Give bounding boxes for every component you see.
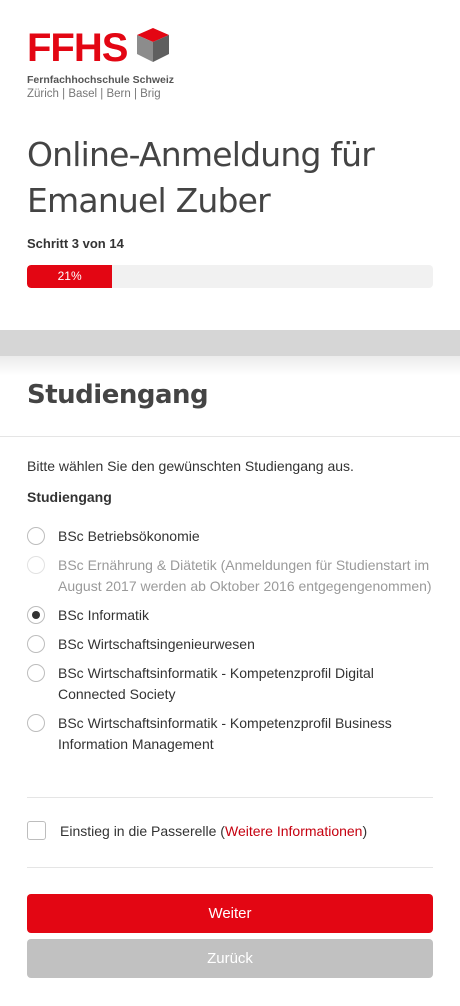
passerelle-label-text: Einstieg in die Passerelle ( [60,822,225,839]
progress-bar: 21% [27,265,433,288]
option-label: BSc Ernährung & Diätetik (Anmeldungen fü… [58,557,432,594]
ffhs-logo[interactable]: FFHS Fernfachhochschule Schweiz Zürich |… [27,26,187,106]
back-button[interactable]: Zurück [27,939,433,978]
option-informatik[interactable]: BSc Informatik [27,605,437,626]
passerelle-label: Einstieg in die Passerelle (Weitere Info… [60,823,367,839]
logo-subtitle: Fernfachhochschule Schweiz [27,74,175,86]
divider [27,867,433,868]
field-label-studiengang: Studiengang [27,489,112,505]
radio-button[interactable] [27,714,45,732]
radio-button[interactable] [27,635,45,653]
cube-logo-icon [137,28,169,62]
more-info-link[interactable]: Weitere Informationen [225,823,362,839]
section-divider-shadow [0,356,460,376]
radio-button-selected[interactable] [27,606,45,624]
option-betriebsoekonomie[interactable]: BSc Betriebsökonomie [27,526,437,547]
radio-button[interactable] [27,664,45,682]
radio-button[interactable] [27,527,45,545]
step-indicator: Schritt 3 von 14 [27,236,124,251]
section-title: Studiengang [27,380,209,410]
logo-locations: Zürich | Basel | Bern | Brig [27,88,161,100]
section-divider-band [0,330,460,356]
passerelle-checkbox-row[interactable]: Einstieg in die Passerelle (Weitere Info… [27,821,367,840]
passerelle-label-close: ) [362,822,368,839]
progress-fill: 21% [27,265,113,288]
studiengang-radio-group: BSc Betriebsökonomie BSc Ernährung & Diä… [27,526,437,763]
option-label: BSc Betriebsökonomie [58,528,200,544]
logo-wordmark: FFHS [27,26,128,70]
divider [27,797,433,798]
option-ernaehrung-diaetetik: BSc Ernährung & Diätetik (Anmeldungen fü… [27,555,437,597]
option-wirtschaftsinformatik-dcs[interactable]: BSc Wirtschaftsinformatik - Kompetenzpro… [27,663,437,705]
radio-button-disabled [27,556,45,574]
option-label: BSc Wirtschaftsinformatik - Kompetenzpro… [58,665,374,702]
option-label: BSc Informatik [58,607,150,623]
instruction-text: Bitte wählen Sie den gewünschten Studien… [27,458,354,474]
passerelle-checkbox[interactable] [27,821,46,840]
page-title: Online-Anmeldung für Emanuel Zuber [27,135,375,220]
next-button[interactable]: Weiter [27,894,433,933]
header: FFHS Fernfachhochschule Schweiz Zürich |… [0,0,460,330]
option-label: BSc Wirtschaftsingenieurwesen [58,636,255,652]
option-wirtschaftsinformatik-bim[interactable]: BSc Wirtschaftsinformatik - Kompetenzpro… [27,713,437,755]
divider [0,436,460,437]
option-wirtschaftsingenieurwesen[interactable]: BSc Wirtschaftsingenieurwesen [27,634,437,655]
option-label: BSc Wirtschaftsinformatik - Kompetenzpro… [58,715,392,752]
